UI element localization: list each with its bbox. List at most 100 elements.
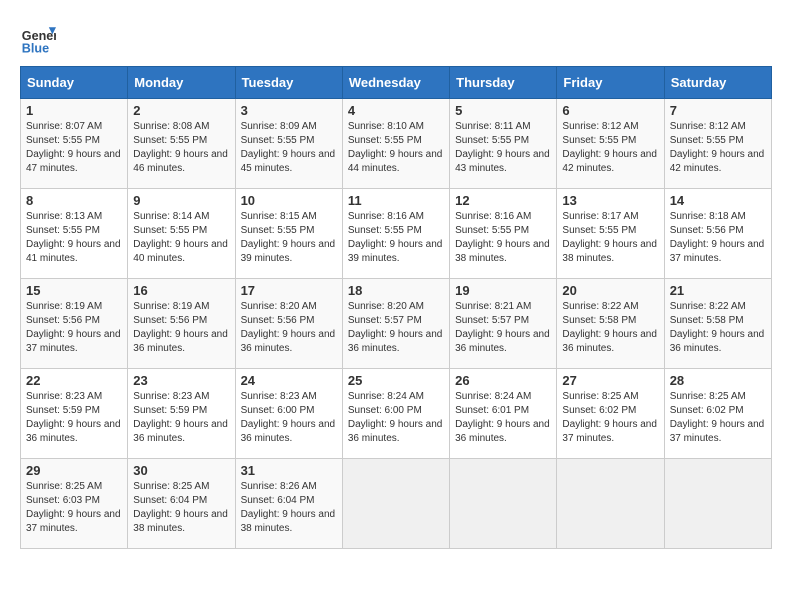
day-info: Sunrise: 8:22 AMSunset: 5:58 PMDaylight:… [670, 301, 765, 354]
calendar-week-1: 1 Sunrise: 8:07 AMSunset: 5:55 PMDayligh… [21, 99, 772, 189]
calendar-day: 19 Sunrise: 8:21 AMSunset: 5:57 PMDaylig… [450, 279, 557, 369]
day-info: Sunrise: 8:25 AMSunset: 6:02 PMDaylight:… [670, 391, 765, 444]
calendar-day: 11 Sunrise: 8:16 AMSunset: 5:55 PMDaylig… [342, 189, 449, 279]
day-number: 17 [241, 283, 337, 298]
calendar-day: 3 Sunrise: 8:09 AMSunset: 5:55 PMDayligh… [235, 99, 342, 189]
calendar-day: 26 Sunrise: 8:24 AMSunset: 6:01 PMDaylig… [450, 369, 557, 459]
calendar-day: 8 Sunrise: 8:13 AMSunset: 5:55 PMDayligh… [21, 189, 128, 279]
calendar-day: 30 Sunrise: 8:25 AMSunset: 6:04 PMDaylig… [128, 459, 235, 549]
day-number: 9 [133, 193, 229, 208]
day-number: 16 [133, 283, 229, 298]
col-header-monday: Monday [128, 67, 235, 99]
calendar-day: 18 Sunrise: 8:20 AMSunset: 5:57 PMDaylig… [342, 279, 449, 369]
day-number: 11 [348, 193, 444, 208]
calendar-day: 10 Sunrise: 8:15 AMSunset: 5:55 PMDaylig… [235, 189, 342, 279]
calendar-day [342, 459, 449, 549]
calendar-day: 14 Sunrise: 8:18 AMSunset: 5:56 PMDaylig… [664, 189, 771, 279]
calendar-header-row: SundayMondayTuesdayWednesdayThursdayFrid… [21, 67, 772, 99]
day-number: 20 [562, 283, 658, 298]
calendar-day: 1 Sunrise: 8:07 AMSunset: 5:55 PMDayligh… [21, 99, 128, 189]
calendar-day [664, 459, 771, 549]
day-number: 14 [670, 193, 766, 208]
calendar-day: 21 Sunrise: 8:22 AMSunset: 5:58 PMDaylig… [664, 279, 771, 369]
day-number: 19 [455, 283, 551, 298]
day-number: 4 [348, 103, 444, 118]
day-number: 25 [348, 373, 444, 388]
day-number: 5 [455, 103, 551, 118]
day-number: 2 [133, 103, 229, 118]
day-number: 22 [26, 373, 122, 388]
day-info: Sunrise: 8:17 AMSunset: 5:55 PMDaylight:… [562, 211, 657, 264]
col-header-friday: Friday [557, 67, 664, 99]
day-info: Sunrise: 8:07 AMSunset: 5:55 PMDaylight:… [26, 121, 121, 174]
day-info: Sunrise: 8:23 AMSunset: 5:59 PMDaylight:… [133, 391, 228, 444]
day-info: Sunrise: 8:13 AMSunset: 5:55 PMDaylight:… [26, 211, 121, 264]
logo-icon: General Blue [20, 20, 56, 56]
calendar-day: 5 Sunrise: 8:11 AMSunset: 5:55 PMDayligh… [450, 99, 557, 189]
day-number: 3 [241, 103, 337, 118]
day-info: Sunrise: 8:20 AMSunset: 5:57 PMDaylight:… [348, 301, 443, 354]
calendar-day: 13 Sunrise: 8:17 AMSunset: 5:55 PMDaylig… [557, 189, 664, 279]
day-number: 6 [562, 103, 658, 118]
calendar-day: 6 Sunrise: 8:12 AMSunset: 5:55 PMDayligh… [557, 99, 664, 189]
day-info: Sunrise: 8:25 AMSunset: 6:02 PMDaylight:… [562, 391, 657, 444]
day-number: 10 [241, 193, 337, 208]
day-info: Sunrise: 8:25 AMSunset: 6:03 PMDaylight:… [26, 481, 121, 534]
calendar-day: 16 Sunrise: 8:19 AMSunset: 5:56 PMDaylig… [128, 279, 235, 369]
day-number: 21 [670, 283, 766, 298]
calendar-week-3: 15 Sunrise: 8:19 AMSunset: 5:56 PMDaylig… [21, 279, 772, 369]
calendar-day [557, 459, 664, 549]
day-info: Sunrise: 8:19 AMSunset: 5:56 PMDaylight:… [26, 301, 121, 354]
calendar-day: 25 Sunrise: 8:24 AMSunset: 6:00 PMDaylig… [342, 369, 449, 459]
calendar-day: 27 Sunrise: 8:25 AMSunset: 6:02 PMDaylig… [557, 369, 664, 459]
calendar-day: 28 Sunrise: 8:25 AMSunset: 6:02 PMDaylig… [664, 369, 771, 459]
calendar-week-5: 29 Sunrise: 8:25 AMSunset: 6:03 PMDaylig… [21, 459, 772, 549]
day-number: 8 [26, 193, 122, 208]
day-info: Sunrise: 8:23 AMSunset: 5:59 PMDaylight:… [26, 391, 121, 444]
calendar-day: 12 Sunrise: 8:16 AMSunset: 5:55 PMDaylig… [450, 189, 557, 279]
day-number: 13 [562, 193, 658, 208]
day-info: Sunrise: 8:10 AMSunset: 5:55 PMDaylight:… [348, 121, 443, 174]
calendar-day: 22 Sunrise: 8:23 AMSunset: 5:59 PMDaylig… [21, 369, 128, 459]
day-number: 15 [26, 283, 122, 298]
calendar-day: 17 Sunrise: 8:20 AMSunset: 5:56 PMDaylig… [235, 279, 342, 369]
day-info: Sunrise: 8:15 AMSunset: 5:55 PMDaylight:… [241, 211, 336, 264]
col-header-saturday: Saturday [664, 67, 771, 99]
day-number: 1 [26, 103, 122, 118]
day-number: 12 [455, 193, 551, 208]
day-info: Sunrise: 8:14 AMSunset: 5:55 PMDaylight:… [133, 211, 228, 264]
day-info: Sunrise: 8:08 AMSunset: 5:55 PMDaylight:… [133, 121, 228, 174]
day-number: 7 [670, 103, 766, 118]
calendar-day: 2 Sunrise: 8:08 AMSunset: 5:55 PMDayligh… [128, 99, 235, 189]
calendar-day: 24 Sunrise: 8:23 AMSunset: 6:00 PMDaylig… [235, 369, 342, 459]
day-info: Sunrise: 8:21 AMSunset: 5:57 PMDaylight:… [455, 301, 550, 354]
col-header-sunday: Sunday [21, 67, 128, 99]
calendar-day [450, 459, 557, 549]
calendar-day: 15 Sunrise: 8:19 AMSunset: 5:56 PMDaylig… [21, 279, 128, 369]
day-info: Sunrise: 8:16 AMSunset: 5:55 PMDaylight:… [348, 211, 443, 264]
day-info: Sunrise: 8:23 AMSunset: 6:00 PMDaylight:… [241, 391, 336, 444]
calendar-table: SundayMondayTuesdayWednesdayThursdayFrid… [20, 66, 772, 549]
day-info: Sunrise: 8:20 AMSunset: 5:56 PMDaylight:… [241, 301, 336, 354]
col-header-tuesday: Tuesday [235, 67, 342, 99]
calendar-day: 4 Sunrise: 8:10 AMSunset: 5:55 PMDayligh… [342, 99, 449, 189]
day-number: 23 [133, 373, 229, 388]
day-number: 30 [133, 463, 229, 478]
calendar-day: 29 Sunrise: 8:25 AMSunset: 6:03 PMDaylig… [21, 459, 128, 549]
day-number: 18 [348, 283, 444, 298]
day-number: 24 [241, 373, 337, 388]
day-info: Sunrise: 8:22 AMSunset: 5:58 PMDaylight:… [562, 301, 657, 354]
col-header-thursday: Thursday [450, 67, 557, 99]
day-info: Sunrise: 8:25 AMSunset: 6:04 PMDaylight:… [133, 481, 228, 534]
day-info: Sunrise: 8:24 AMSunset: 6:01 PMDaylight:… [455, 391, 550, 444]
logo: General Blue [20, 20, 56, 56]
calendar-day: 7 Sunrise: 8:12 AMSunset: 5:55 PMDayligh… [664, 99, 771, 189]
day-number: 29 [26, 463, 122, 478]
day-info: Sunrise: 8:11 AMSunset: 5:55 PMDaylight:… [455, 121, 550, 174]
calendar-week-4: 22 Sunrise: 8:23 AMSunset: 5:59 PMDaylig… [21, 369, 772, 459]
col-header-wednesday: Wednesday [342, 67, 449, 99]
day-info: Sunrise: 8:26 AMSunset: 6:04 PMDaylight:… [241, 481, 336, 534]
day-info: Sunrise: 8:12 AMSunset: 5:55 PMDaylight:… [670, 121, 765, 174]
day-number: 26 [455, 373, 551, 388]
day-info: Sunrise: 8:19 AMSunset: 5:56 PMDaylight:… [133, 301, 228, 354]
